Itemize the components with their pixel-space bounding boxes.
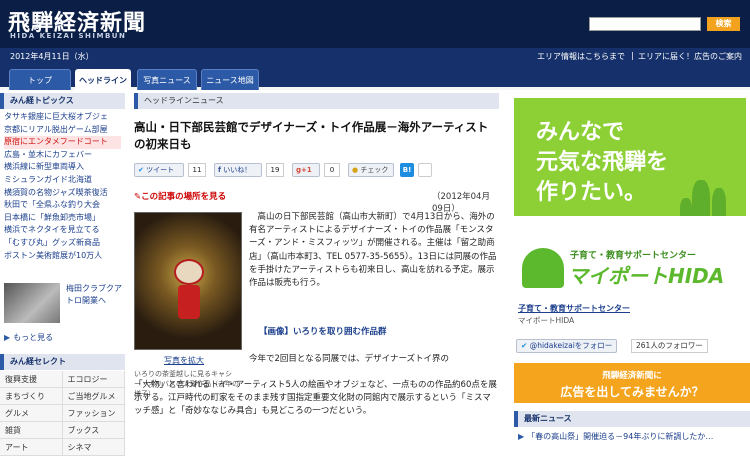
plus-one-count: 0 — [324, 163, 340, 177]
topic-item[interactable]: 原宿にエンタメフードコート — [4, 136, 121, 149]
site-header: 飛騨経済新聞 HIDA KEIZAI SHIMBUN 検索 — [0, 0, 750, 48]
more-link[interactable]: ▶ もっと見る — [4, 332, 53, 343]
area-ad-link[interactable]: エリアに届く！広告のご案内 — [638, 51, 742, 62]
select-heading: みん経セレクト — [0, 354, 125, 370]
hatena-bookmark-button[interactable]: B! — [400, 163, 414, 177]
select-item[interactable]: ご当地グルメ — [62, 388, 125, 405]
mixi-icon: ● — [352, 166, 359, 174]
ad-line: 広告を出してみませんか？ — [560, 385, 704, 399]
topic-item[interactable]: 横浜でネクタイを見立てる — [4, 224, 121, 237]
latest-news-heading: 最新ニュース — [514, 411, 750, 427]
topic-thumbnail[interactable] — [4, 283, 60, 323]
topic-item[interactable]: ミシュランガイド北海道 — [4, 174, 121, 187]
site-logo-sub: HIDA KEIZAI SHIMBUN — [10, 32, 127, 40]
tab-news-map[interactable]: ニュース地図 — [201, 69, 259, 90]
topics-heading: みん経トピックス — [0, 93, 125, 109]
topic-item[interactable]: 広島・並木にカフェバー — [4, 149, 121, 162]
select-item[interactable]: シネマ — [62, 439, 125, 456]
banner-line: みんなで — [536, 120, 625, 145]
topic-item[interactable]: ボストン美術館展が10万人 — [4, 250, 121, 263]
article-body: 高山の日下部民芸館（高山市大新町）で4月13日から、海外の有名アーティストによる… — [249, 212, 497, 289]
select-grid: 復興支援 エコロジー まちづくり ご当地グルメ グルメ ファッション 雑貨 ブッ… — [0, 371, 125, 456]
separator: | — [631, 51, 634, 60]
follower-count: 261人のフォロワー — [631, 339, 708, 353]
twitter-follow-button[interactable]: ✔ @hidakeizaiをフォロー — [516, 339, 618, 353]
arrow-right-icon: ▶ — [518, 432, 525, 441]
news-item[interactable]: ▶ 「春の高山祭」開催迫る－94年ぶりに新調したか… — [518, 431, 713, 442]
select-item[interactable]: ファッション — [62, 405, 125, 422]
current-date: 2012年4月11日（水） — [10, 52, 94, 61]
banner-title: マイポートHIDA — [568, 264, 725, 288]
arrow-right-icon: ▶ — [4, 333, 11, 342]
myport-link[interactable]: 子育て・教育サポートセンター — [518, 303, 630, 314]
ad-line: 飛騨経済新聞に — [602, 371, 662, 381]
plus-one-button[interactable]: g+1 — [292, 163, 320, 177]
topic-item[interactable]: 京都にリアル脱出ゲーム部屋 — [4, 124, 121, 137]
facebook-icon: f — [218, 166, 222, 174]
article-body-2: 今年で2回目となる同展では、デザイナーズトイ界の — [249, 354, 450, 364]
ad-banner[interactable]: 飛騨経済新聞に 広告を出してみませんか？ — [514, 363, 750, 403]
tab-photo-news[interactable]: 写真ニュース — [137, 69, 197, 90]
twitter-icon: ✔ — [521, 341, 528, 350]
topic-thumbnail-row[interactable]: 梅田クラブクアトロ開業へ — [4, 283, 124, 325]
topic-item[interactable]: 横須賀の名物ジャズ喫茶復活 — [4, 187, 121, 200]
main-article: ヘッドラインニュース 高山・日下部民芸館でデザイナーズ・トイ作品展－海外アーティ… — [134, 93, 499, 416]
topic-item[interactable]: 秋田で「全県ふな釣り大会 — [4, 199, 121, 212]
article-headline: 高山・日下部民芸館でデザイナーズ・トイ作品展－海外アーティストの初来日も — [134, 120, 489, 151]
myport-logo-icon — [522, 248, 564, 288]
myport-sub: マイポートHIDA — [518, 316, 575, 325]
select-item[interactable]: アート — [0, 439, 63, 456]
breadcrumb: ヘッドラインニュース — [134, 93, 499, 109]
search-input[interactable] — [589, 17, 701, 31]
map-link[interactable]: ✎この記事の場所を見る — [134, 190, 226, 202]
topic-item[interactable]: 日本橋に「鮮魚卸売市場」 — [4, 212, 121, 225]
tweet-button[interactable]: ✔ ツイート — [134, 163, 184, 177]
area-info-link[interactable]: エリア情報はこちらまで — [537, 51, 625, 62]
article-photo[interactable] — [134, 212, 242, 350]
select-item[interactable]: 雑貨 — [0, 422, 63, 439]
nav-tabs: トップ ヘッドライン 写真ニュース ニュース地図 — [0, 64, 750, 90]
myport-hida-banner[interactable]: みんなで 元気な飛騨を 作りたい。 子育て・教育サポートセンター マイポートHI… — [514, 98, 746, 294]
article-body-2-rest: 「大物」と言われるトイ・アーティスト5人の絵画やオブジェなど、一点ものの作品約6… — [134, 380, 497, 417]
twitter-icon: ✔ — [138, 166, 144, 174]
select-item[interactable]: 復興支援 — [0, 371, 63, 388]
tab-headline[interactable]: ヘッドライン — [75, 69, 131, 90]
select-item[interactable]: グルメ — [0, 405, 63, 422]
evernote-clip-button[interactable] — [418, 163, 432, 177]
tweet-count: 11 — [188, 163, 206, 177]
topic-item[interactable]: 横浜線に新型車両導入 — [4, 161, 121, 174]
check-button[interactable]: ● チェック — [348, 163, 394, 177]
image-subhead-link[interactable]: 【画像】いろりを取り囲む作品群 — [259, 325, 387, 337]
banner-line: 元気な飛騨を — [536, 150, 669, 175]
topics-list: タサキ銀座に巨大桜オブジェ 京都にリアル脱出ゲーム部屋 原宿にエンタメフードコー… — [0, 109, 125, 264]
banner-line: 作りたい。 — [536, 180, 647, 205]
topic-item[interactable]: 「むすび丸」グッズ新商品 — [4, 237, 121, 250]
tab-top[interactable]: トップ — [9, 69, 71, 90]
date-bar: 2012年4月11日（水） エリア情報はこちらまで | エリアに届く！広告のご案… — [0, 48, 750, 64]
doll-figure — [174, 259, 204, 285]
like-count: 19 — [266, 163, 284, 177]
select-item[interactable]: エコロジー — [62, 371, 125, 388]
share-bar: ✔ ツイート 11 f いいね！ 19 g+1 0 ● チェック B! — [134, 163, 499, 181]
select-item[interactable]: ブックス — [62, 422, 125, 439]
left-sidebar: みん経トピックス タサキ銀座に巨大桜オブジェ 京都にリアル脱出ゲーム部屋 原宿に… — [0, 93, 125, 456]
search-button[interactable]: 検索 — [707, 17, 740, 31]
topic-item[interactable]: タサキ銀座に巨大桜オブジェ — [4, 111, 121, 124]
select-item[interactable]: まちづくり — [0, 388, 63, 405]
like-button[interactable]: f いいね！ — [214, 163, 262, 177]
thumbnail-caption[interactable]: 梅田クラブクアトロ開業へ — [66, 283, 124, 307]
